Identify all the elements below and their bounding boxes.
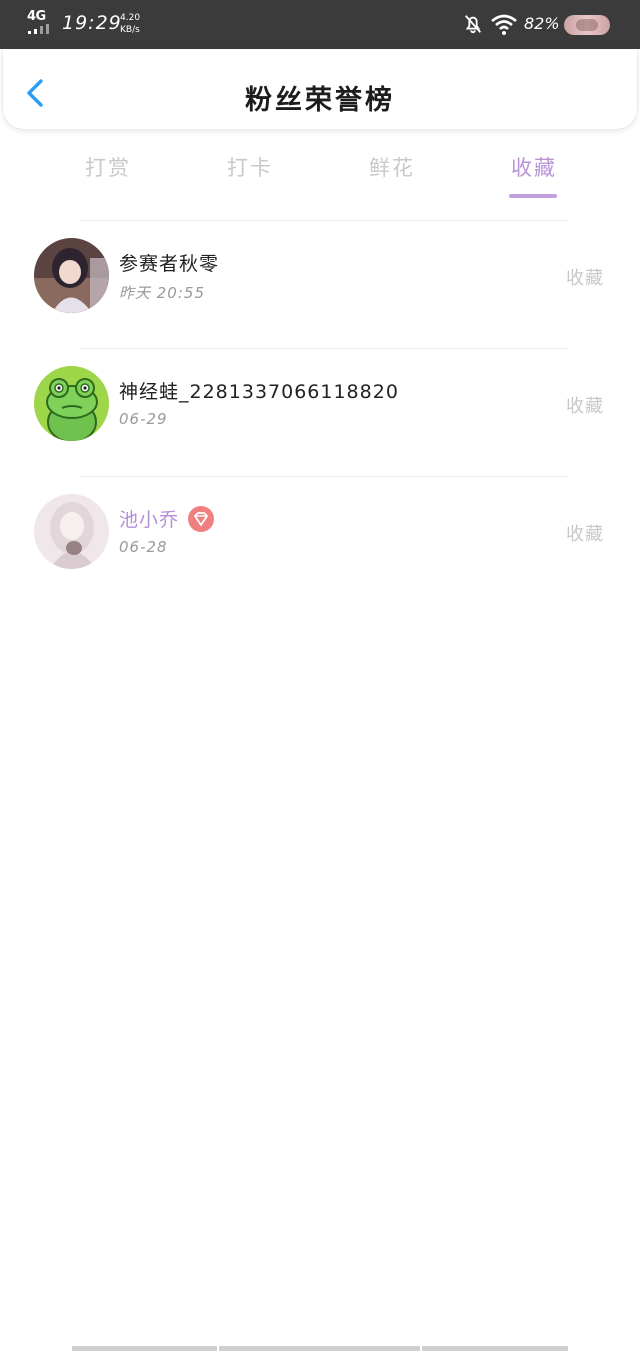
timestamp: 昨天 20:55 [119, 284, 205, 302]
tab-flowers[interactable]: 鲜花 [342, 152, 442, 182]
tab-checkin[interactable]: 打卡 [200, 152, 300, 182]
nav-bar-segment [219, 1346, 420, 1351]
frog-avatar-image [34, 366, 109, 441]
user-name[interactable]: 池小乔 [119, 505, 179, 532]
signal-icon [28, 24, 52, 34]
list-item[interactable]: 神经蛙_2281337066118820 06-29 收藏 [0, 348, 640, 476]
list-item[interactable]: 参赛者秋零 昨天 20:55 收藏 [0, 220, 640, 348]
tab-reward[interactable]: 打赏 [58, 152, 158, 182]
app-header: 粉丝荣誉榜 [2, 50, 638, 130]
vip-badge [188, 506, 214, 532]
nav-bar-segment [422, 1346, 568, 1351]
timestamp: 06-29 [119, 410, 168, 428]
user-name[interactable]: 神经蛙_2281337066118820 [119, 377, 399, 404]
clock: 19:29 [62, 12, 122, 34]
battery-icon [564, 15, 610, 35]
action-label: 收藏 [566, 396, 604, 417]
bell-off-icon [464, 15, 482, 34]
user-avatar-image [34, 238, 109, 313]
active-tab-indicator [509, 194, 557, 198]
page-title: 粉丝荣誉榜 [245, 85, 395, 116]
timestamp: 06-28 [119, 538, 168, 556]
network-speed-value: 4.20 [120, 13, 141, 23]
list-item[interactable]: 池小乔 06-28 收藏 [0, 476, 640, 604]
user-name[interactable]: 参赛者秋零 [119, 249, 219, 276]
user-avatar-image [34, 494, 109, 569]
avatar[interactable] [34, 238, 109, 313]
status-bar: 4G 19:29 4.20 KB/s 82% [0, 0, 640, 49]
tab-favorites[interactable]: 收藏 [484, 152, 584, 182]
network-speed: 4.20 KB/s [120, 12, 140, 36]
action-label: 收藏 [566, 268, 604, 289]
wifi-icon [491, 14, 517, 35]
battery-percent: 82% [524, 14, 560, 33]
diamond-icon [194, 512, 208, 526]
nav-bar-segment [72, 1346, 217, 1351]
avatar[interactable] [34, 494, 109, 569]
action-label: 收藏 [566, 524, 604, 545]
network-type: 4G [27, 9, 46, 24]
avatar[interactable] [34, 366, 109, 441]
network-speed-unit: KB/s [120, 25, 140, 35]
